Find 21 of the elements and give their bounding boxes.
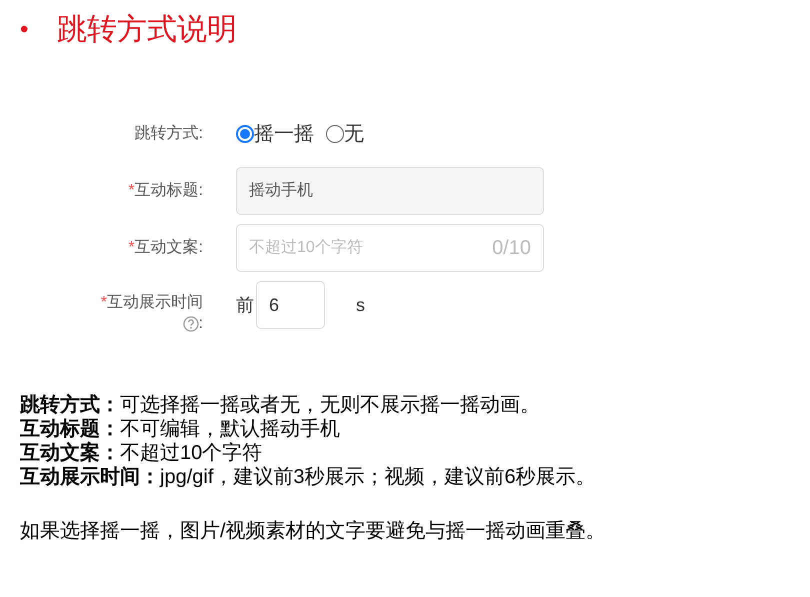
field-label: 跳转方式: (134, 124, 203, 144)
prefix-label: 前 (236, 294, 254, 316)
required-mark: * (128, 181, 135, 201)
field-label: 互动文案: (134, 237, 203, 258)
help-icon[interactable] (182, 316, 199, 332)
required-mark: * (128, 238, 135, 258)
note-line: 互动展示时间：jpg/gif，建议前3秒展示；视频，建议前6秒展示。 (20, 465, 597, 489)
field-label: 互动展示时间 (107, 292, 203, 313)
bullet-mark: • (20, 15, 30, 45)
required-mark: * (100, 293, 107, 313)
radio-option[interactable]: 无 (326, 119, 364, 149)
label-colon: : (198, 315, 203, 333)
radio-option[interactable]: 摇一摇 (236, 119, 314, 149)
footer-note: 如果选择摇一摇，图片/视频素材的文字要避免与摇一摇动画重叠。 (20, 519, 607, 543)
number-field[interactable]: 6 (256, 281, 325, 329)
section-title: 跳转方式说明 (57, 12, 237, 48)
unit-label: s (356, 294, 365, 316)
note-line: 互动标题：不可编辑，默认摇动手机 (20, 417, 341, 441)
field-label: 互动标题: (134, 181, 203, 201)
note-line: 跳转方式：可选择摇一摇或者无，无则不展示摇一摇动画。 (20, 393, 541, 417)
note-line: 互动文案：不超过10个字符 (20, 441, 264, 465)
